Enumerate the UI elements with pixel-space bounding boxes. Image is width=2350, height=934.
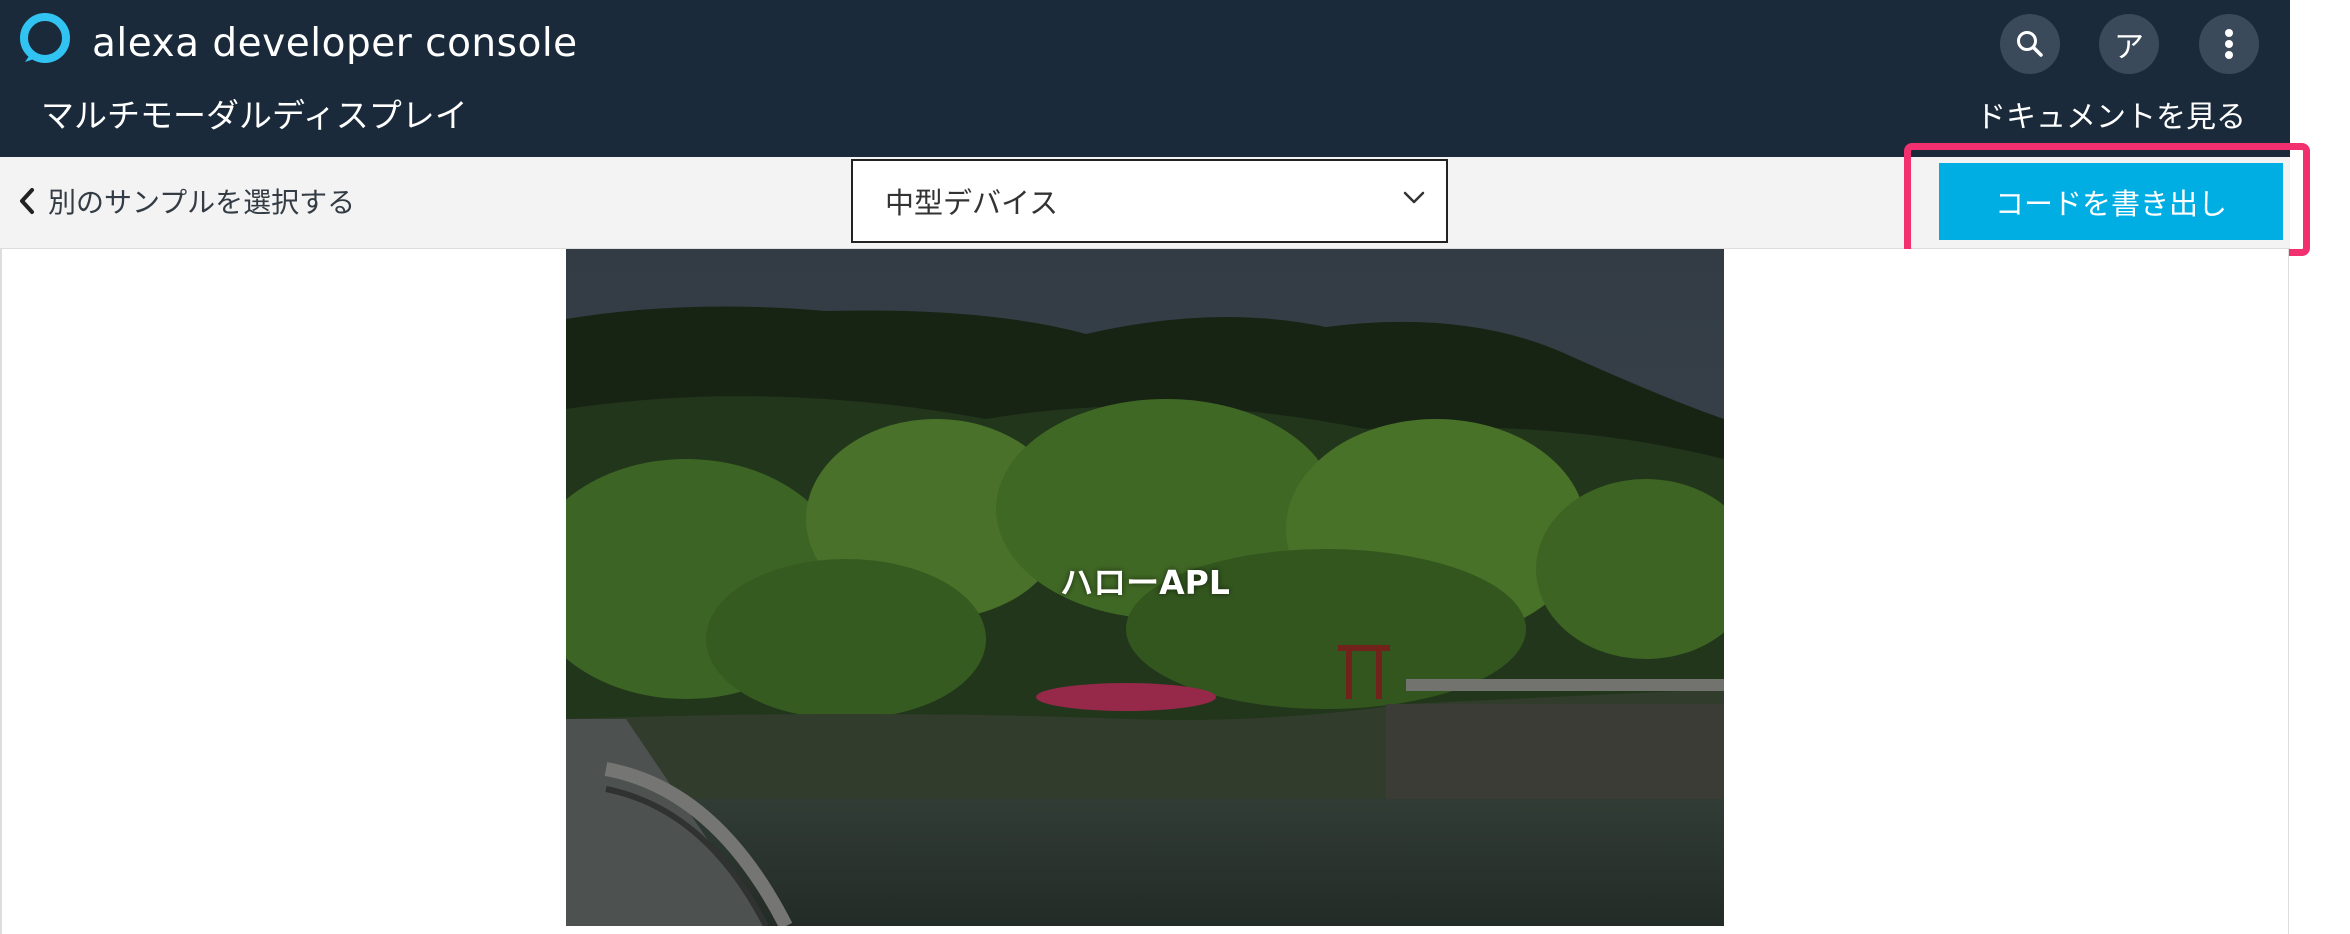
- device-select-value: 中型デバイス: [885, 186, 1059, 220]
- page: alexa developer console マルチモーダルディスプレイ ア …: [0, 0, 2350, 934]
- more-vertical-icon: [2225, 29, 2233, 59]
- device-size-select[interactable]: 中型デバイス: [851, 159, 1448, 243]
- top-header: alexa developer console マルチモーダルディスプレイ ア …: [0, 0, 2290, 157]
- back-link-label: 別のサンプルを選択する: [48, 186, 356, 219]
- preview-hello-text: ハローAPL: [1060, 563, 1230, 602]
- back-to-samples-link[interactable]: 別のサンプルを選択する: [18, 177, 355, 225]
- search-button[interactable]: [2000, 14, 2060, 74]
- brand-name: alexa developer console: [92, 21, 578, 66]
- chevron-left-icon: [20, 188, 34, 214]
- apl-preview: ハローAPL: [566, 249, 1724, 926]
- export-code-button[interactable]: コードを書き出し: [1939, 163, 2283, 240]
- divider: [0, 249, 2, 934]
- docs-link[interactable]: ドキュメントを見る: [1976, 95, 2246, 141]
- page-title: マルチモーダルディスプレイ: [41, 96, 468, 135]
- chevron-down-icon: [1403, 191, 1425, 204]
- more-menu-button[interactable]: [2199, 14, 2259, 74]
- avatar-button[interactable]: ア: [2099, 14, 2159, 74]
- alexa-logo-icon[interactable]: [19, 12, 71, 64]
- search-icon: [2017, 31, 2043, 57]
